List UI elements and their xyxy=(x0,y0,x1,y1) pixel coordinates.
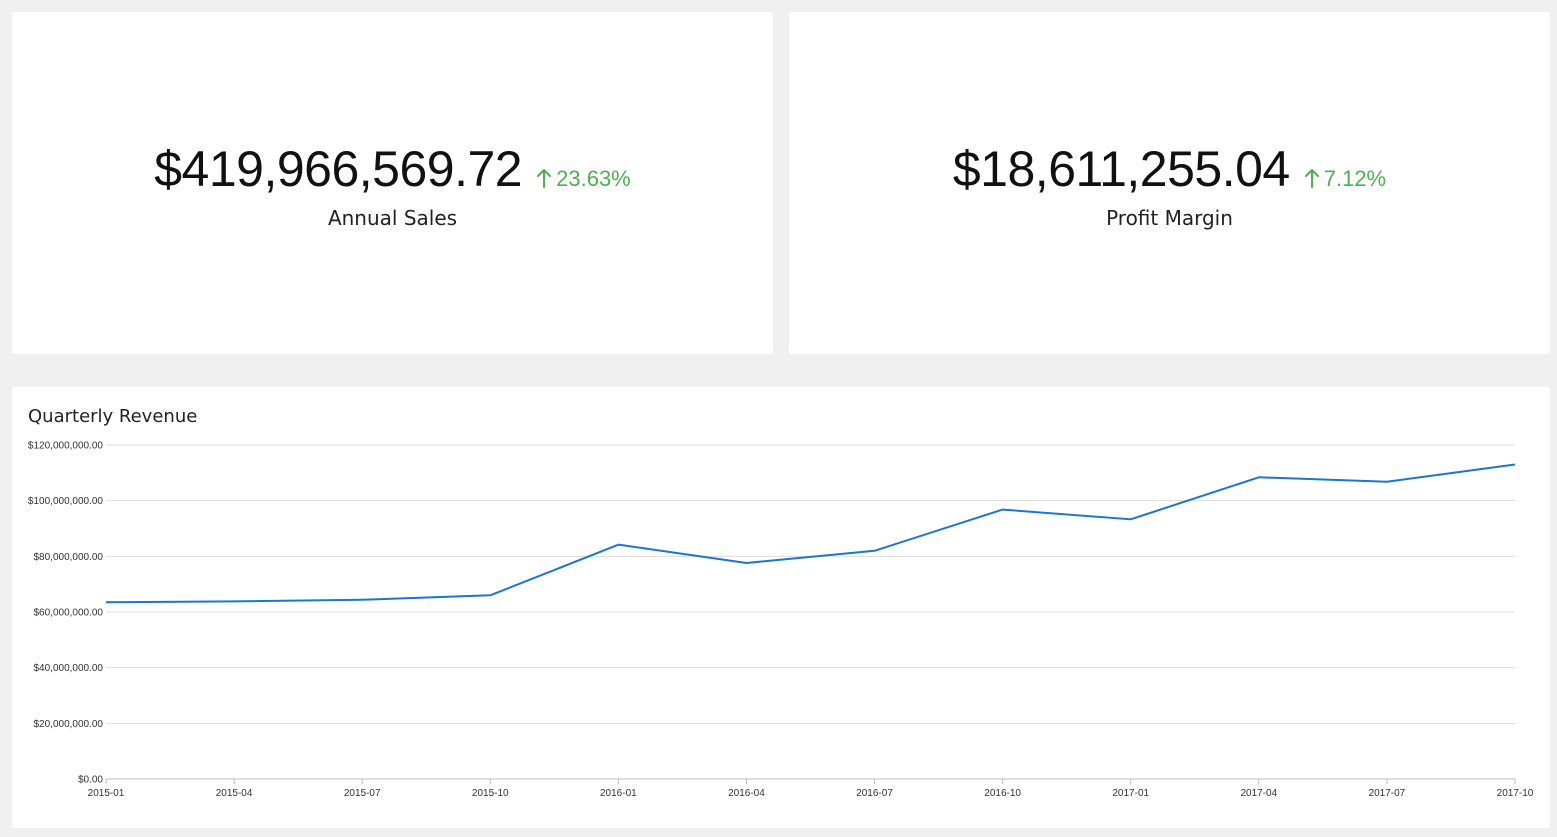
x-tick-label: 2016-01 xyxy=(600,788,637,799)
y-tick-label: $60,000,000.00 xyxy=(33,608,103,619)
y-tick-label: $80,000,000.00 xyxy=(33,552,103,563)
arrow-up-icon xyxy=(1304,169,1319,188)
revenue-series-line xyxy=(105,463,1516,604)
annual-sales-card: $419,966,569.72 23.63% Annual Sales xyxy=(12,12,773,354)
quarterly-revenue-chart: $0.00 $20,000,000.00 $40,000,000.00 $60,000… xyxy=(28,441,1534,800)
annual-sales-value: $419,966,569.72 xyxy=(154,141,523,197)
x-tick-label: 2015-01 xyxy=(88,788,125,799)
arrow-up-icon xyxy=(537,169,552,188)
profit-margin-card: $18,611,255.04 7.12% Profit Margin xyxy=(789,12,1550,354)
x-tick-label: 2015-07 xyxy=(344,788,381,799)
y-tick-label: $120,000,000.00 xyxy=(28,441,104,452)
quarterly-revenue-card: Quarterly Revenue $0.00 $20,000,000.00 $40… xyxy=(12,387,1550,828)
x-tick-label: 2017-10 xyxy=(1497,788,1534,799)
profit-margin-delta: 7.12% xyxy=(1304,166,1386,192)
y-tick-label: $40,000,000.00 xyxy=(33,663,103,674)
y-tick-label: $20,000,000.00 xyxy=(33,719,103,730)
y-tick-label: $100,000,000.00 xyxy=(28,496,104,507)
y-tick-label: $0.00 xyxy=(78,775,103,786)
profit-margin-delta-text: 7.12% xyxy=(1323,166,1387,191)
annual-sales-label: Annual Sales xyxy=(327,206,458,230)
x-tick-label: 2016-04 xyxy=(728,788,765,799)
x-tick-label: 2015-10 xyxy=(472,788,509,799)
profit-margin-label: Profit Margin xyxy=(1106,206,1233,230)
x-tick-label: 2017-04 xyxy=(1240,788,1277,799)
x-tick-label: 2017-01 xyxy=(1112,788,1149,799)
x-tick-label: 2016-10 xyxy=(984,788,1021,799)
x-tick-label: 2016-07 xyxy=(856,788,893,799)
annual-sales-delta-text: 23.63% xyxy=(556,166,631,191)
x-tick-label: 2015-04 xyxy=(216,788,253,799)
annual-sales-delta: 23.63% xyxy=(536,166,631,192)
profit-margin-value: $18,611,255.04 xyxy=(952,141,1290,197)
x-tick-label: 2017-07 xyxy=(1369,788,1406,799)
